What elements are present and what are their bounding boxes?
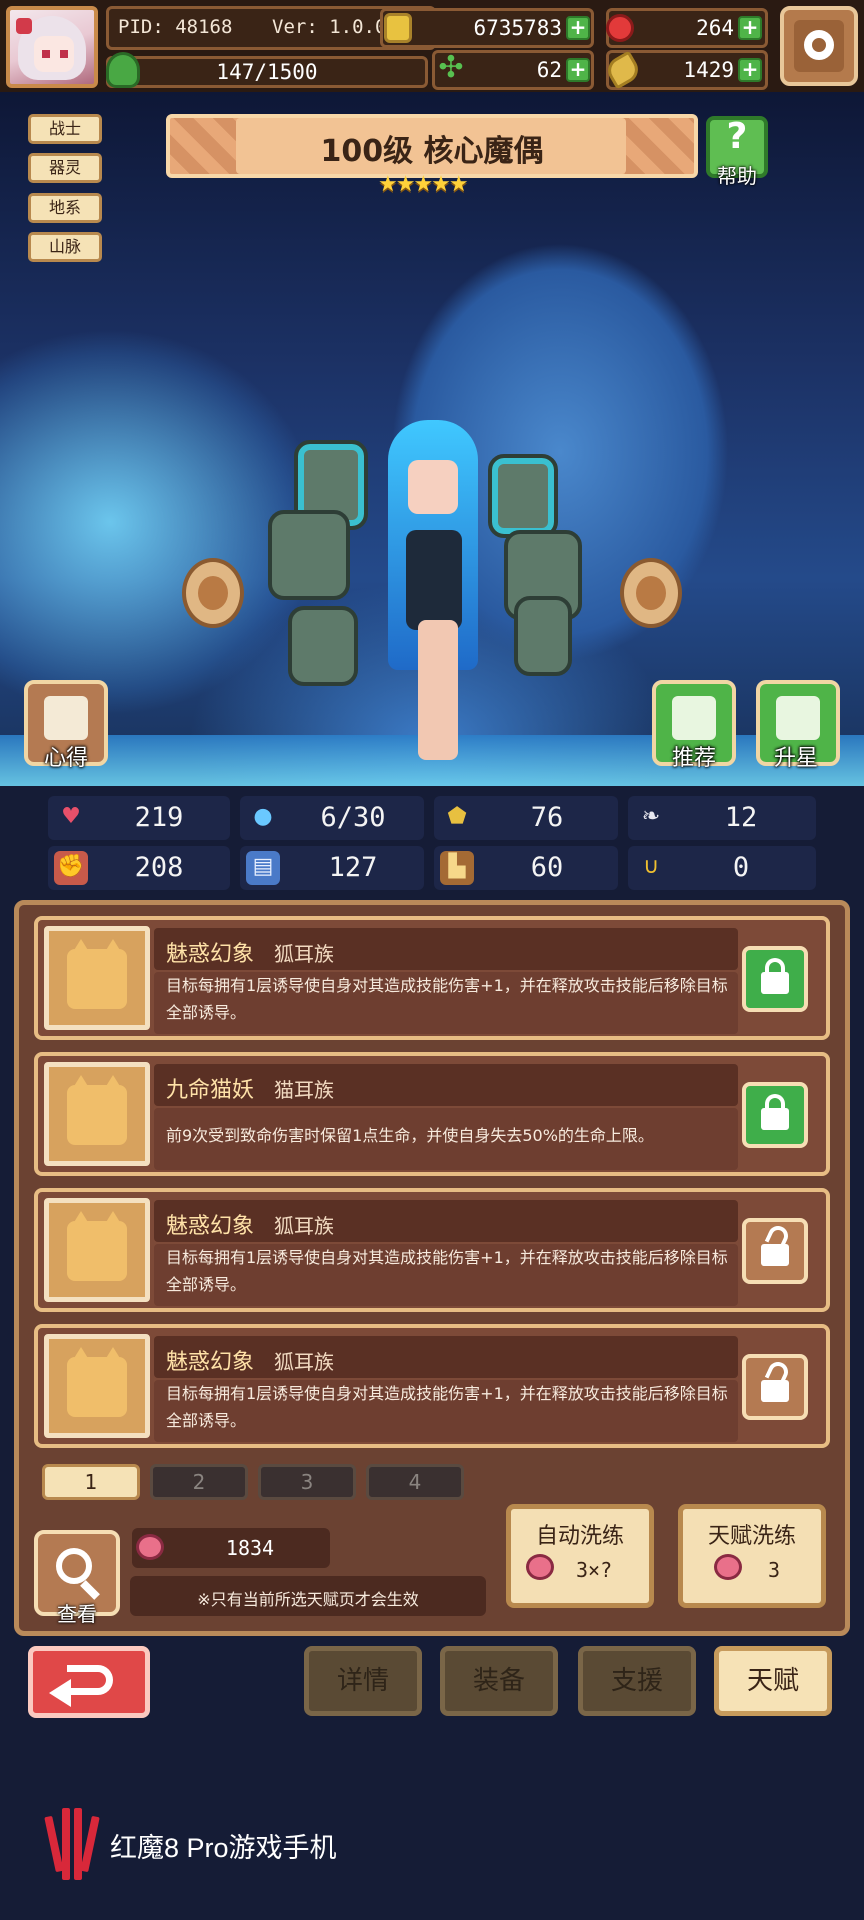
nav-support[interactable]: 支援 xyxy=(578,1646,696,1716)
brand-watermark: 红魔8 Pro游戏手机 xyxy=(110,1833,337,1863)
talent-description: 目标每拥有1层诱导使自身对其造成技能伤害+1，并在释放攻击技能后移除目标全部诱导… xyxy=(166,976,728,1022)
recommend-label: 推荐 xyxy=(671,746,716,771)
tag-mountain[interactable]: 山脉 xyxy=(28,232,102,262)
speed-value: 12 xyxy=(724,802,758,833)
talent-race: 狐耳族 xyxy=(274,1350,334,1374)
nav-talent[interactable]: 天赋 xyxy=(714,1646,832,1716)
tag-spirit[interactable]: 器灵 xyxy=(28,153,102,183)
redmagic-logo-icon xyxy=(44,1806,102,1882)
hero-character[interactable] xyxy=(268,420,588,760)
book-icon: ▤ xyxy=(246,851,280,885)
lock-icon xyxy=(761,972,789,994)
add-horn-button[interactable]: + xyxy=(738,58,762,82)
talent-race: 狐耳族 xyxy=(274,942,334,966)
star-rating: ★★★★★ xyxy=(378,172,469,197)
agility-value: 60 xyxy=(530,852,564,883)
notes-label: 心得 xyxy=(43,746,88,771)
return-arrow-icon xyxy=(67,1665,113,1695)
wing-icon: ❧ xyxy=(641,804,661,829)
talent-page-tab-3[interactable]: 3 xyxy=(258,1464,356,1500)
auto-refine-cost: 3×? xyxy=(576,1558,613,1582)
nav-details[interactable]: 详情 xyxy=(304,1646,422,1716)
mana-value: 6/30 xyxy=(320,802,386,833)
defense-value: 76 xyxy=(530,802,564,833)
gold-value: 6735783 xyxy=(473,16,562,40)
red-gem-value: 264 xyxy=(696,16,734,40)
back-button[interactable] xyxy=(28,1646,150,1718)
luck-value: 0 xyxy=(732,852,750,883)
horseshoe-icon: ∪ xyxy=(642,854,660,879)
talent-page-tab-4[interactable]: 4 xyxy=(366,1464,464,1500)
nav-equipment[interactable]: 装备 xyxy=(440,1646,558,1716)
peach-icon xyxy=(714,1554,742,1580)
clover-value: 62 xyxy=(536,58,562,82)
lock-icon xyxy=(761,1108,789,1130)
lock-toggle-button[interactable] xyxy=(742,1082,808,1148)
hp-value: 219 xyxy=(134,802,184,833)
question-icon: ? xyxy=(726,116,748,157)
fist-icon: ✊ xyxy=(54,851,88,885)
lock-toggle-button[interactable] xyxy=(742,1218,808,1284)
talent-description: 前9次受到致命伤害时保留1点生命，并使自身失去50%的生命上限。 xyxy=(166,1126,654,1145)
lock-toggle-button[interactable] xyxy=(742,946,808,1012)
tag-warrior[interactable]: 战士 xyxy=(28,114,102,144)
magnifier-icon xyxy=(56,1548,92,1584)
add-red-gem-button[interactable]: + xyxy=(738,16,762,40)
tag-earth[interactable]: 地系 xyxy=(28,193,102,223)
prev-hero-button[interactable] xyxy=(182,558,244,628)
player-avatar[interactable] xyxy=(6,6,98,88)
page-note: ※只有当前所选天赋页才会生效 xyxy=(197,1590,419,1609)
talent-page-tab-2[interactable]: 2 xyxy=(150,1464,248,1500)
talent-race: 猫耳族 xyxy=(274,1078,334,1102)
talent-race: 狐耳族 xyxy=(274,1214,334,1238)
fox-emblem-icon xyxy=(44,926,150,1030)
talent-name: 魅惑幻象 xyxy=(166,942,255,967)
fox-emblem-icon xyxy=(44,1198,150,1302)
lock-toggle-button[interactable] xyxy=(742,1354,808,1420)
fox-emblem-icon xyxy=(44,1334,150,1438)
clover-icon: ✣ xyxy=(438,50,464,85)
talent-name: 魅惑幻象 xyxy=(166,1350,255,1375)
talent-page-tab-1[interactable]: 1 xyxy=(42,1464,140,1500)
settings-button[interactable] xyxy=(780,6,858,86)
attack-value: 208 xyxy=(134,852,184,883)
talent-name: 魅惑幻象 xyxy=(166,1214,255,1239)
inspect-label: 查看 xyxy=(57,1602,97,1626)
star-up-label: 升星 xyxy=(773,746,818,771)
stamina-value: 147/1500 xyxy=(216,60,318,84)
hero-title: 100级 核心魔偶 xyxy=(320,134,544,169)
auto-refine-label: 自动洗练 xyxy=(535,1524,624,1549)
next-hero-button[interactable] xyxy=(620,558,682,628)
talent-description: 目标每拥有1层诱导使自身对其造成技能伤害+1，并在释放攻击技能后移除目标全部诱导… xyxy=(166,1384,728,1430)
player-id: PID: 48168 xyxy=(118,16,233,38)
fruit-count: 1834 xyxy=(225,1536,275,1560)
unlock-icon xyxy=(761,1244,789,1266)
boot-icon: ▙ xyxy=(440,851,474,885)
add-clover-button[interactable]: + xyxy=(566,58,590,82)
heart-icon: ♥ xyxy=(61,804,81,829)
magic-value: 127 xyxy=(328,852,378,883)
shield-icon: ⬟ xyxy=(447,804,467,829)
horn-value: 1429 xyxy=(683,58,734,82)
talent-description: 目标每拥有1层诱导使自身对其造成技能伤害+1，并在释放攻击技能后移除目标全部诱导… xyxy=(166,1248,728,1294)
droplet-icon: ● xyxy=(253,804,273,829)
talent-refine-label: 天赋洗练 xyxy=(707,1524,796,1549)
gold-coin-icon xyxy=(384,13,412,43)
unlock-icon xyxy=(761,1380,789,1402)
add-gold-button[interactable]: + xyxy=(566,16,590,40)
peach-icon xyxy=(526,1554,554,1580)
peach-icon xyxy=(136,1534,164,1560)
gear-icon xyxy=(804,30,834,60)
red-gem-icon xyxy=(606,14,634,42)
cat-emblem-icon xyxy=(44,1062,150,1166)
talent-refine-cost: 3 xyxy=(768,1558,781,1582)
help-label: 帮助 xyxy=(717,164,757,188)
talent-name: 九命猫妖 xyxy=(166,1078,255,1103)
